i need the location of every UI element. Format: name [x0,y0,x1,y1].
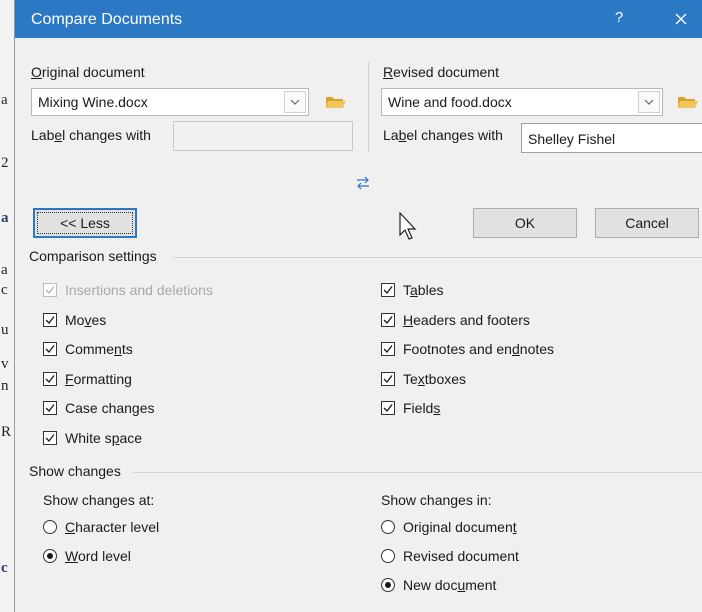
checkmark-icon [45,374,55,383]
compare-documents-dialog: Compare Documents ? Original document Mi… [14,0,702,612]
checkbox-label: Textboxes [403,370,467,387]
checkbox[interactable] [381,312,395,327]
comparison-settings-heading: Comparison settings [29,248,157,264]
checkbox[interactable] [43,430,57,445]
show-changes-at-label: Show changes at: [43,492,155,508]
original-dropdown-button[interactable] [284,91,306,113]
swap-documents-button[interactable] [355,176,371,195]
checkmark-icon [383,345,393,353]
checkbox-label: Headers and footers [403,311,530,328]
checkmark-icon [45,345,55,353]
doc-fragment: a [1,92,8,108]
doc-fragment: c [1,282,8,298]
checkbox-label: Tables [403,282,444,298]
doc-fragment: 2 [1,155,9,171]
revised-browse-button[interactable] [677,94,699,110]
radio-label: New document [403,577,497,593]
checkbox-label: Fields [403,400,441,416]
revised-label-changes-value: Shelley Fishel [528,131,616,147]
radio-label: Character level [65,519,160,535]
checkbox-label: Footnotes and endnotes [403,341,555,357]
chevron-down-icon [644,99,654,105]
original-browse-button[interactable] [325,94,347,110]
doc-fragment: R [1,424,12,440]
checkbox[interactable] [381,401,395,415]
swap-arrows-icon [357,176,369,190]
title-bar: Compare Documents ? [15,0,702,38]
checkmark-icon [383,315,393,324]
divider [368,62,369,152]
revised-label-changes-input[interactable]: Shelley Fishel [521,123,702,153]
radio-label: Original document [403,519,517,535]
checkbox-label: Formatting [65,370,132,387]
close-button[interactable] [667,8,695,32]
revised-document-value: Wine and food.docx [388,94,512,110]
original-document-label: Original document [31,64,145,80]
checkmark-icon [45,404,55,412]
dialog-title: Compare Documents [31,11,183,28]
mouse-pointer [399,211,419,247]
checkmark-icon [383,286,393,294]
checkmark-icon [383,404,393,412]
show-changes-in-label: Show changes in: [381,492,492,508]
checkbox-label: Case changes [65,400,155,416]
cursor-arrow-icon [399,211,417,240]
radio-label: Word level [65,548,131,564]
folder-icon [326,97,346,108]
ok-button[interactable]: OK [473,208,577,238]
help-button[interactable]: ? [607,9,631,31]
checkbox-label: Moves [65,311,107,328]
checkmark-icon [45,433,55,442]
checkbox[interactable] [381,371,395,386]
revised-document-combo[interactable]: Wine and food.docx [381,88,663,116]
original-document-value: Mixing Wine.docx [38,94,148,110]
original-document-combo[interactable]: Mixing Wine.docx [31,88,309,116]
radio-button[interactable] [43,549,57,563]
doc-fragment: a [1,210,9,226]
checkbox[interactable] [43,312,57,327]
checkbox[interactable] [43,401,57,415]
chevron-down-icon [290,99,300,105]
revised-document-label: Revised document [383,64,499,80]
close-icon [675,13,687,25]
checkbox-label: Insertions and deletions [65,282,213,298]
original-label-changes-input[interactable] [173,121,353,151]
doc-fragment: a [1,262,8,278]
radio-button[interactable] [381,520,395,534]
doc-fragment: c [1,560,8,576]
ok-button-label: OK [514,215,536,231]
less-button[interactable]: << Less [33,208,137,238]
cancel-button-label: Cancel [625,215,669,231]
radio-button[interactable] [43,520,57,534]
folder-icon [678,97,698,108]
revised-dropdown-button[interactable] [638,91,660,113]
radio-dot [385,582,391,588]
checkbox[interactable] [43,371,57,386]
original-label-changes-label: Label changes with [31,127,151,143]
revised-label-changes-label: Label changes with [383,127,503,143]
checkbox [43,283,57,297]
focus-rectangle [37,212,133,234]
group-separator [173,257,702,258]
checkmark-icon [45,315,55,324]
checkbox[interactable] [43,342,57,356]
checkbox-label: White space [65,429,143,446]
doc-fragment: u [1,322,9,338]
checkbox[interactable] [381,283,395,297]
checkmark-icon [383,374,393,383]
radio-button[interactable] [381,578,395,592]
checkmark-icon [45,286,55,294]
doc-fragment: v [1,356,9,372]
show-changes-heading: Show changes [29,463,121,479]
radio-dot [47,553,53,559]
group-separator [133,472,702,473]
doc-fragment: n [1,378,9,394]
cancel-button[interactable]: Cancel [595,208,699,238]
checkbox[interactable] [381,342,395,356]
radio-label: Revised document [403,548,519,564]
radio-button[interactable] [381,549,395,563]
checkbox-label: Comments [65,341,133,357]
